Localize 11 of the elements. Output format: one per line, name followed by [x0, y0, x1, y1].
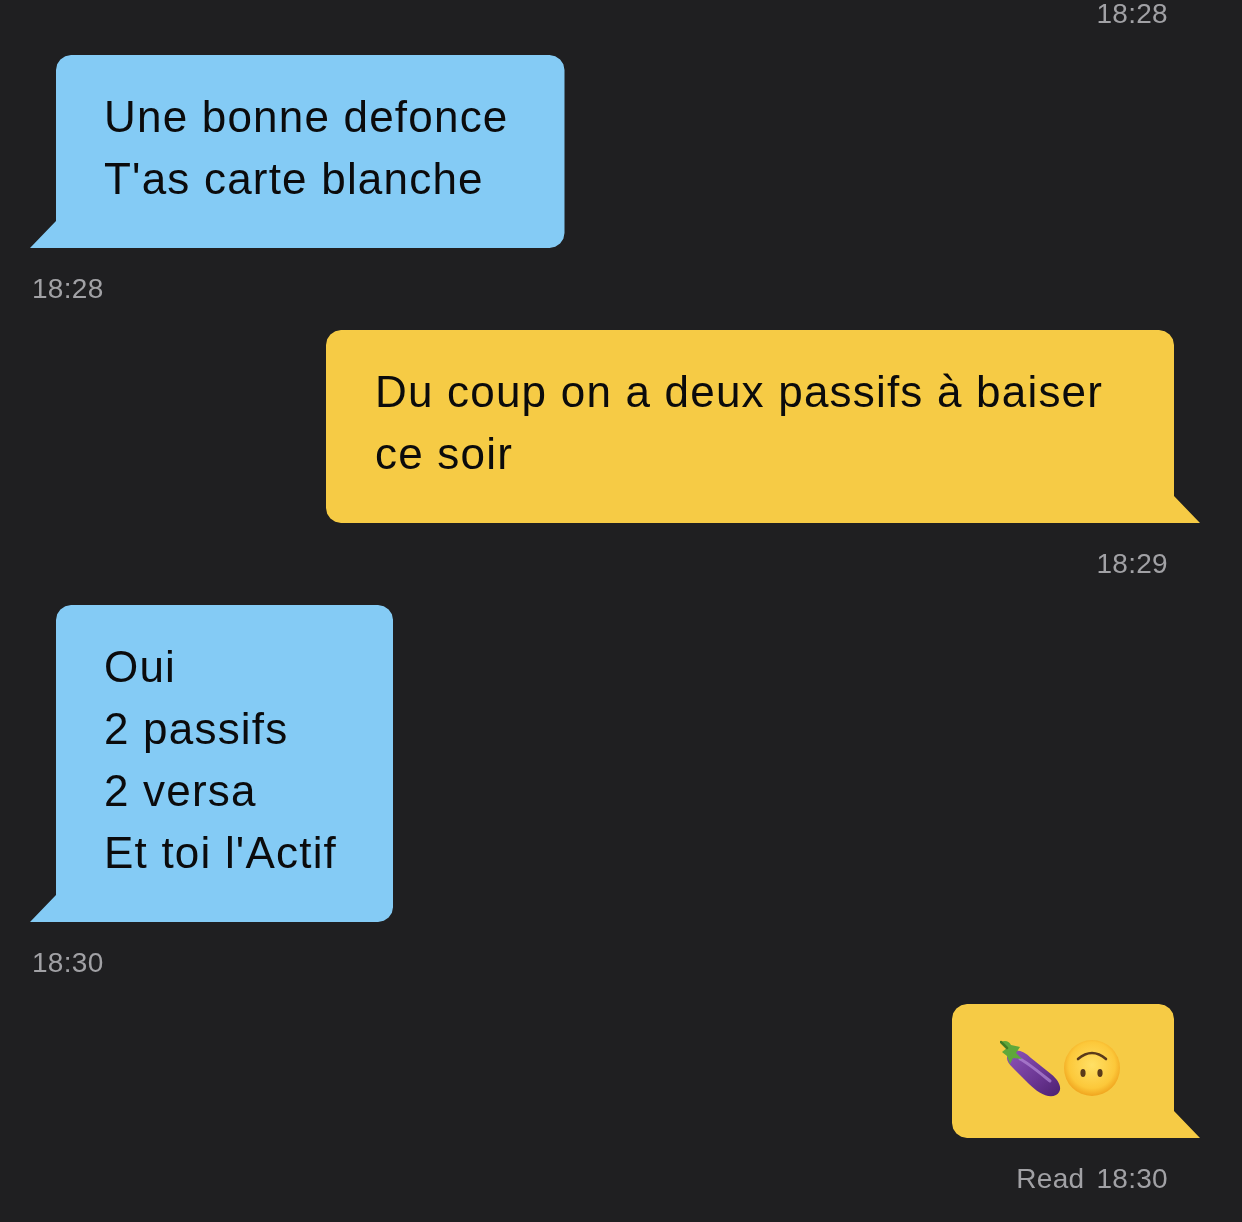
message-bubble: Du coup on a deux passifs à baiser ce soir: [326, 330, 1200, 523]
timestamp: 18:29: [1096, 550, 1168, 578]
timestamp: 18:30: [1096, 1165, 1168, 1193]
message-bubble: Oui 2 passifs 2 versa Et toi l'Actif: [30, 605, 394, 922]
eggplant-icon: [1000, 1039, 1062, 1097]
read-receipt: Read: [1016, 1165, 1085, 1193]
timestamp: 18:28: [32, 275, 104, 303]
timestamp: 18:28: [1096, 0, 1168, 28]
timestamp: 18:30: [32, 949, 104, 977]
upside-down-face-icon: [1064, 1040, 1120, 1096]
message-bubble: Une bonne defonce T'as carte blanche: [30, 55, 565, 248]
